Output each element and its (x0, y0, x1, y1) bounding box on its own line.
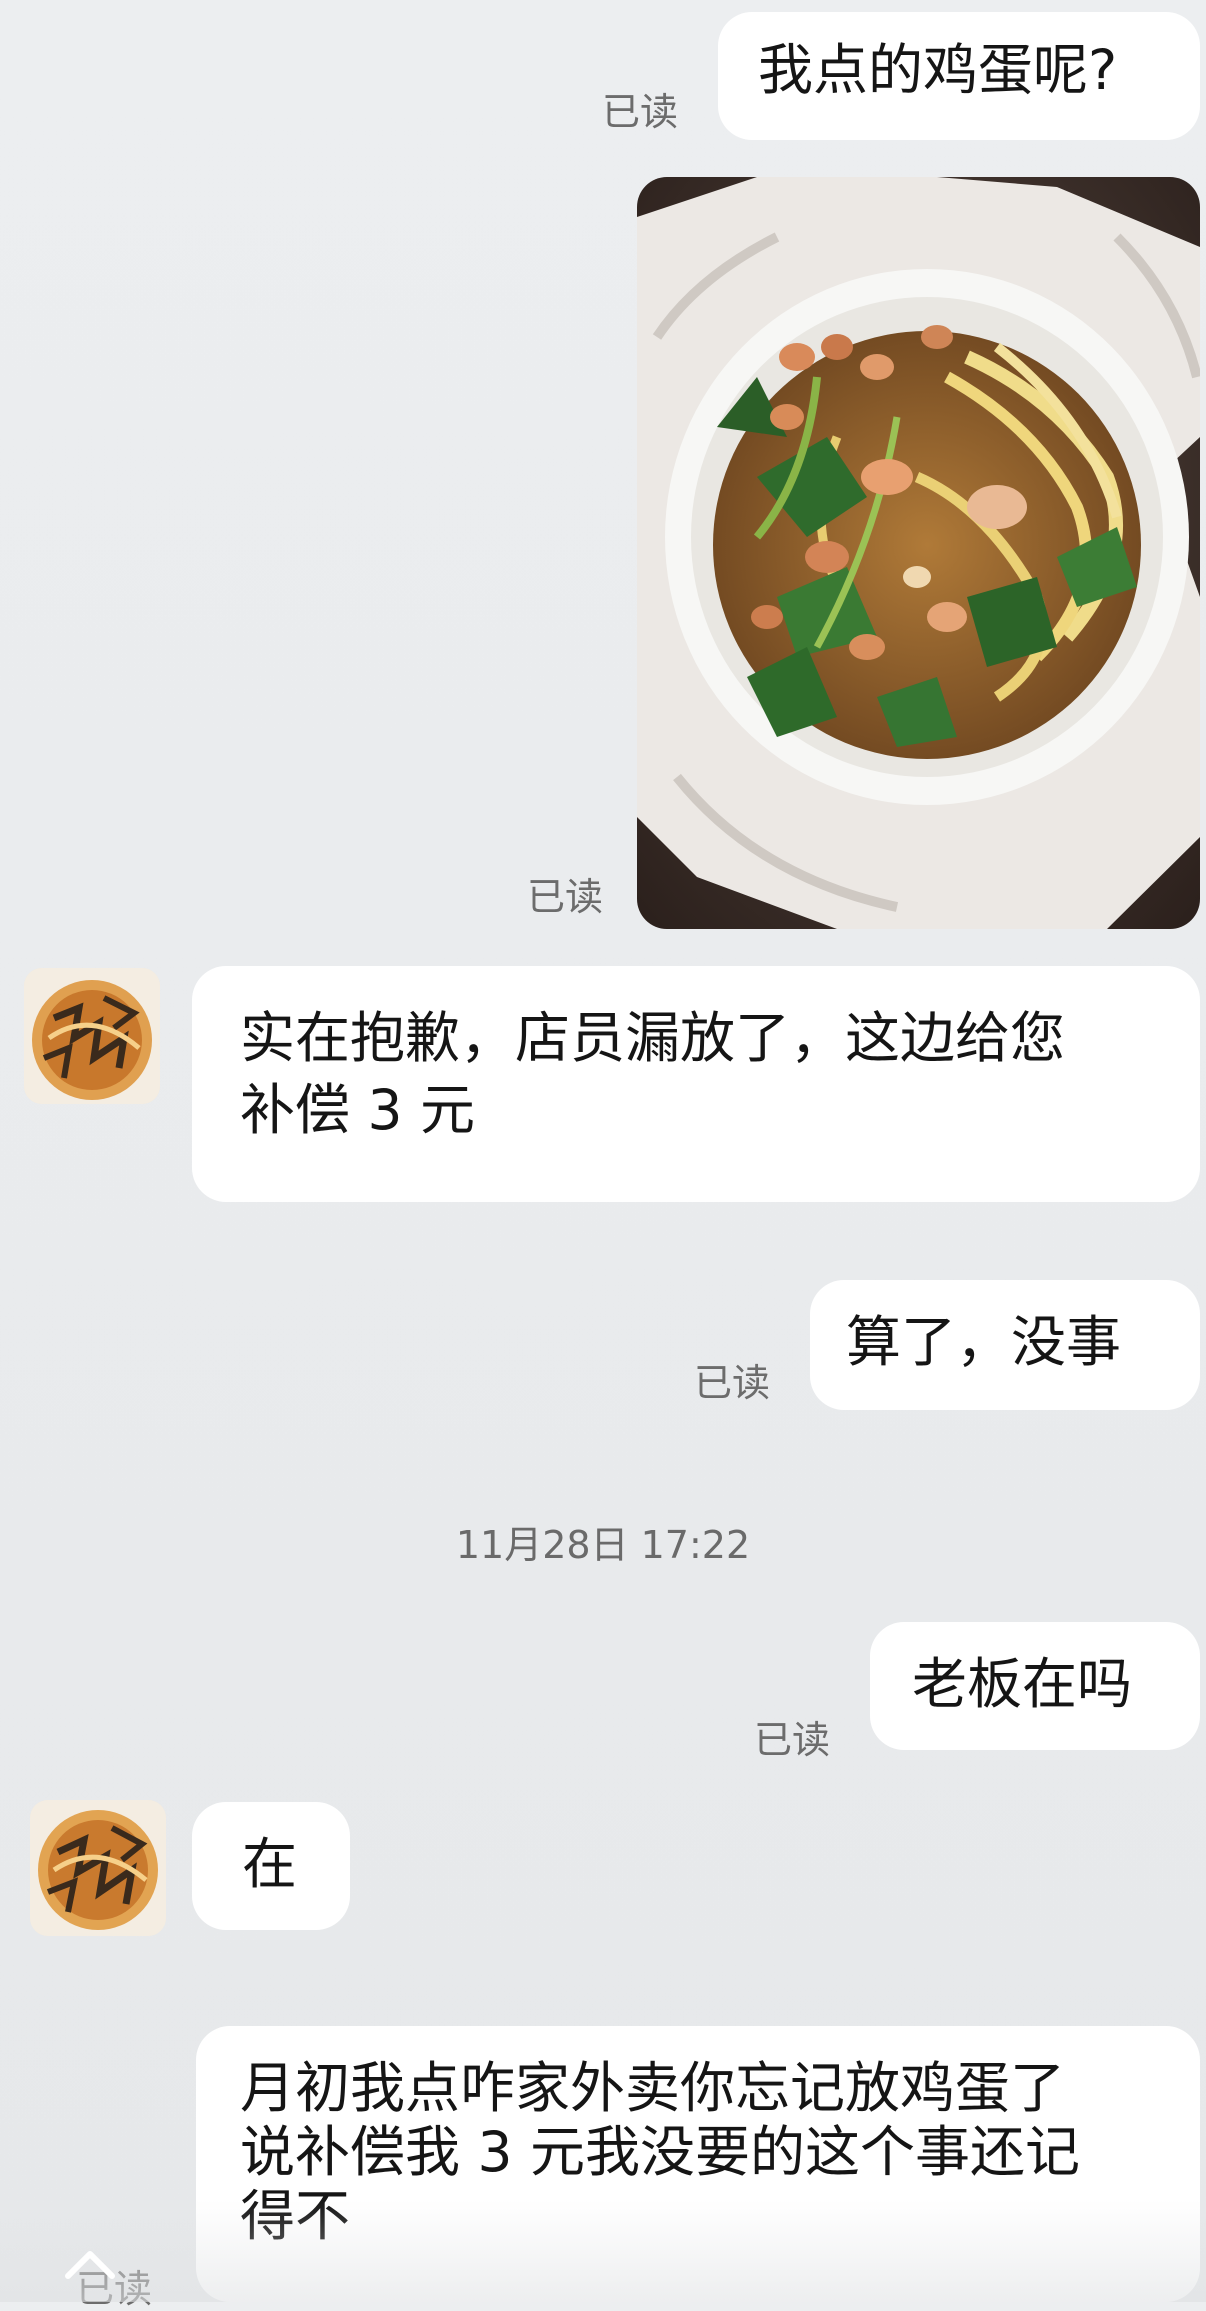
incoming-message-bubble[interactable]: 在 (192, 1802, 350, 1930)
read-receipt: 已读 (754, 1718, 831, 1762)
merchant-avatar[interactable] (30, 1800, 166, 1936)
chevron-up-icon[interactable] (62, 2244, 118, 2284)
chat-conversation: 我点的鸡蛋呢? 已读 已读 实在抱歉，店员漏放了，这边给您 补偿 3 元 算了，… (0, 0, 1206, 2308)
read-receipt: 已读 (694, 1361, 771, 1405)
outgoing-message-bubble[interactable]: 月初我点咋家外卖你忘记放鸡蛋了 说补偿我 3 元我没要的这个事还记 得不 (196, 2026, 1200, 2302)
incoming-message-bubble[interactable]: 实在抱歉，店员漏放了，这边给您 补偿 3 元 (192, 966, 1200, 1202)
shop-logo-avatar (30, 1800, 166, 1936)
shop-logo-avatar (24, 968, 160, 1104)
chat-timestamp: 11月28日 17:22 (455, 1523, 751, 1567)
outgoing-message-bubble[interactable]: 算了，没事 (810, 1280, 1200, 1410)
merchant-avatar[interactable] (24, 968, 160, 1104)
outgoing-message-bubble[interactable]: 我点的鸡蛋呢? (718, 12, 1200, 140)
read-receipt: 已读 (527, 875, 604, 919)
food-photo-message[interactable] (637, 177, 1200, 929)
read-receipt: 已读 (602, 90, 679, 134)
outgoing-message-bubble[interactable]: 老板在吗 (870, 1622, 1200, 1750)
noodle-bowl-photo (637, 177, 1200, 929)
